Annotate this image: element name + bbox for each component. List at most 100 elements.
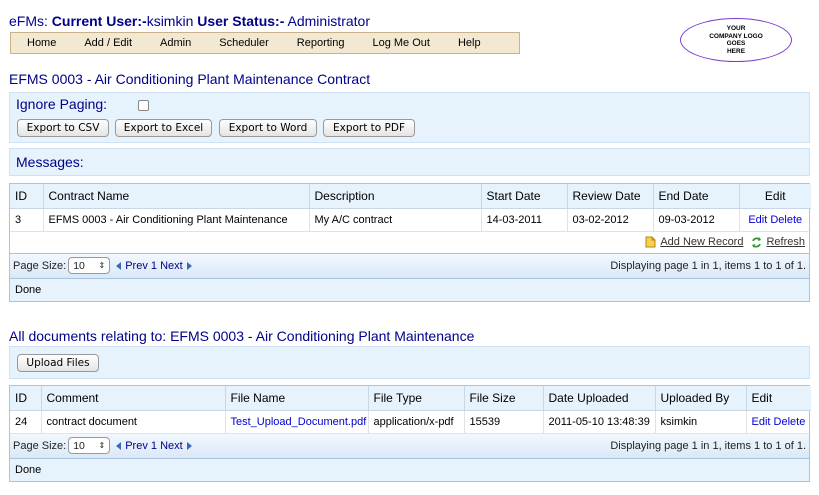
select-arrows-icon: ⇕ [98,261,106,270]
delete-link[interactable]: Delete [774,416,806,428]
logo-line: YOUR [726,25,746,32]
cell-review-date: 03-02-2012 [567,208,654,232]
cell-file-size: 15539 [464,410,544,434]
cell-id: 3 [10,208,44,232]
pager-nav: Prev 1 Next [116,260,192,272]
col-header-id[interactable]: ID [10,184,44,209]
col-header-file-size[interactable]: File Size [464,386,544,411]
delete-link[interactable]: Delete [770,214,802,226]
col-header-file-type[interactable]: File Type [368,386,465,411]
app-name: eFMs: [9,13,48,29]
current-user-label: Current User:- [51,13,147,29]
ignore-paging-checkbox[interactable] [138,100,149,111]
select-arrows-icon: ⇕ [98,441,106,450]
next-arrow-icon[interactable] [186,441,192,450]
cell-comment: contract document [41,410,226,434]
nav-add-edit[interactable]: Add / Edit [70,37,146,49]
export-excel-button[interactable]: Export to Excel [115,119,212,137]
documents-grid: ID Comment File Name File Type File Size… [9,385,811,482]
page-number[interactable]: 1 [151,260,157,272]
nav-log-me-out[interactable]: Log Me Out [358,37,443,49]
page-size-label: Page Size: [13,259,67,272]
cell-file-name: Test_Upload_Document.pdf [225,410,369,434]
messages-label: Messages: [16,154,84,170]
cell-description: My A/C contract [309,208,482,232]
cell-end-date: 09-03-2012 [653,208,740,232]
table-row: 3 EFMS 0003 - Air Conditioning Plant Mai… [10,208,811,232]
logo-line: GOES [726,40,746,47]
nav-reporting[interactable]: Reporting [283,37,359,49]
prev-arrow-icon[interactable] [116,441,122,450]
company-logo: YOUR COMPANY LOGO GOES HERE [680,18,792,62]
current-user: ksimkin [146,13,194,29]
page-size-select[interactable]: 10 ⇕ [68,437,111,454]
edit-link[interactable]: Edit [748,214,767,226]
contracts-pager: Page Size: 10 ⇕ Prev 1 Next Displaying p… [10,253,809,279]
col-header-edit: Edit [739,184,811,209]
file-name-link[interactable]: Test_Upload_Document.pdf [231,416,367,428]
documents-pager: Page Size: 10 ⇕ Prev 1 Next Displaying p… [10,433,809,459]
nav-scheduler[interactable]: Scheduler [205,37,283,49]
documents-header-row: ID Comment File Name File Type File Size… [10,386,811,411]
page-size-label: Page Size: [13,439,67,452]
export-pdf-button[interactable]: Export to PDF [323,119,415,137]
col-header-file-name[interactable]: File Name [225,386,369,411]
page-size-value: 10 [73,259,85,272]
col-header-date-uploaded[interactable]: Date Uploaded [543,386,656,411]
col-header-review-date[interactable]: Review Date [567,184,654,209]
nav-help[interactable]: Help [444,37,495,49]
col-header-uploaded-by[interactable]: Uploaded By [655,386,747,411]
refresh-icon [751,236,762,248]
refresh[interactable]: Refresh [751,236,805,248]
contracts-grid: ID Contract Name Description Start Date … [9,183,811,302]
col-header-id[interactable]: ID [10,386,42,411]
main-nav: Home Add / Edit Admin Scheduler Reportin… [10,32,520,54]
nav-home[interactable]: Home [11,37,70,49]
user-status-label: User Status:- [197,13,285,29]
upload-files-button[interactable]: Upload Files [17,354,99,372]
grid-status: Done [10,458,809,481]
edit-link[interactable]: Edit [752,416,771,428]
export-word-button[interactable]: Export to Word [219,119,317,137]
documents-title: All documents relating to: EFMS 0003 - A… [9,328,475,344]
messages-panel: Messages: [9,148,810,176]
add-new-record-link[interactable]: Add New Record [660,236,743,248]
pager-info: Displaying page 1 in 1, items 1 to 1 of … [610,259,806,272]
col-header-start-date[interactable]: Start Date [481,184,568,209]
nav-admin[interactable]: Admin [146,37,205,49]
next-page-link[interactable]: Next [160,440,183,452]
logo-line: COMPANY LOGO [709,32,763,40]
page-number[interactable]: 1 [151,440,157,452]
prev-page-link[interactable]: Prev [125,260,148,272]
col-header-contract-name[interactable]: Contract Name [43,184,310,209]
grid-status: Done [10,278,809,301]
export-csv-button[interactable]: Export to CSV [17,119,109,137]
export-panel: Ignore Paging: Export to CSV Export to E… [9,92,810,143]
next-page-link[interactable]: Next [160,260,183,272]
cell-start-date: 14-03-2011 [481,208,568,232]
upload-panel: Upload Files [9,346,810,379]
user-status-line: eFMs: Current User:-ksimkin User Status:… [9,13,370,29]
pager-info: Displaying page 1 in 1, items 1 to 1 of … [610,439,806,452]
page-size-value: 10 [73,439,85,452]
prev-arrow-icon[interactable] [116,261,122,270]
logo-line: HERE [726,47,746,55]
page-size-select[interactable]: 10 ⇕ [68,257,111,274]
col-header-comment[interactable]: Comment [41,386,226,411]
next-arrow-icon[interactable] [186,261,192,270]
col-header-end-date[interactable]: End Date [653,184,740,209]
refresh-link[interactable]: Refresh [766,236,805,248]
table-row: 24 contract document Test_Upload_Documen… [10,410,811,434]
add-new-record[interactable]: Add New Record [645,236,743,248]
contracts-header-row: ID Contract Name Description Start Date … [10,184,811,209]
prev-page-link[interactable]: Prev [125,440,148,452]
cell-uploaded-by: ksimkin [655,410,747,434]
col-header-edit: Edit [746,386,811,411]
command-row: Add New Record Refresh [10,231,809,254]
cell-contract-name: EFMS 0003 - Air Conditioning Plant Maint… [43,208,310,232]
user-status: Administrator [287,13,370,29]
pager-nav: Prev 1 Next [116,440,192,452]
col-header-description[interactable]: Description [309,184,482,209]
cell-edit-actions: Edit Delete [739,208,811,232]
ignore-paging-label: Ignore Paging: [16,96,108,112]
